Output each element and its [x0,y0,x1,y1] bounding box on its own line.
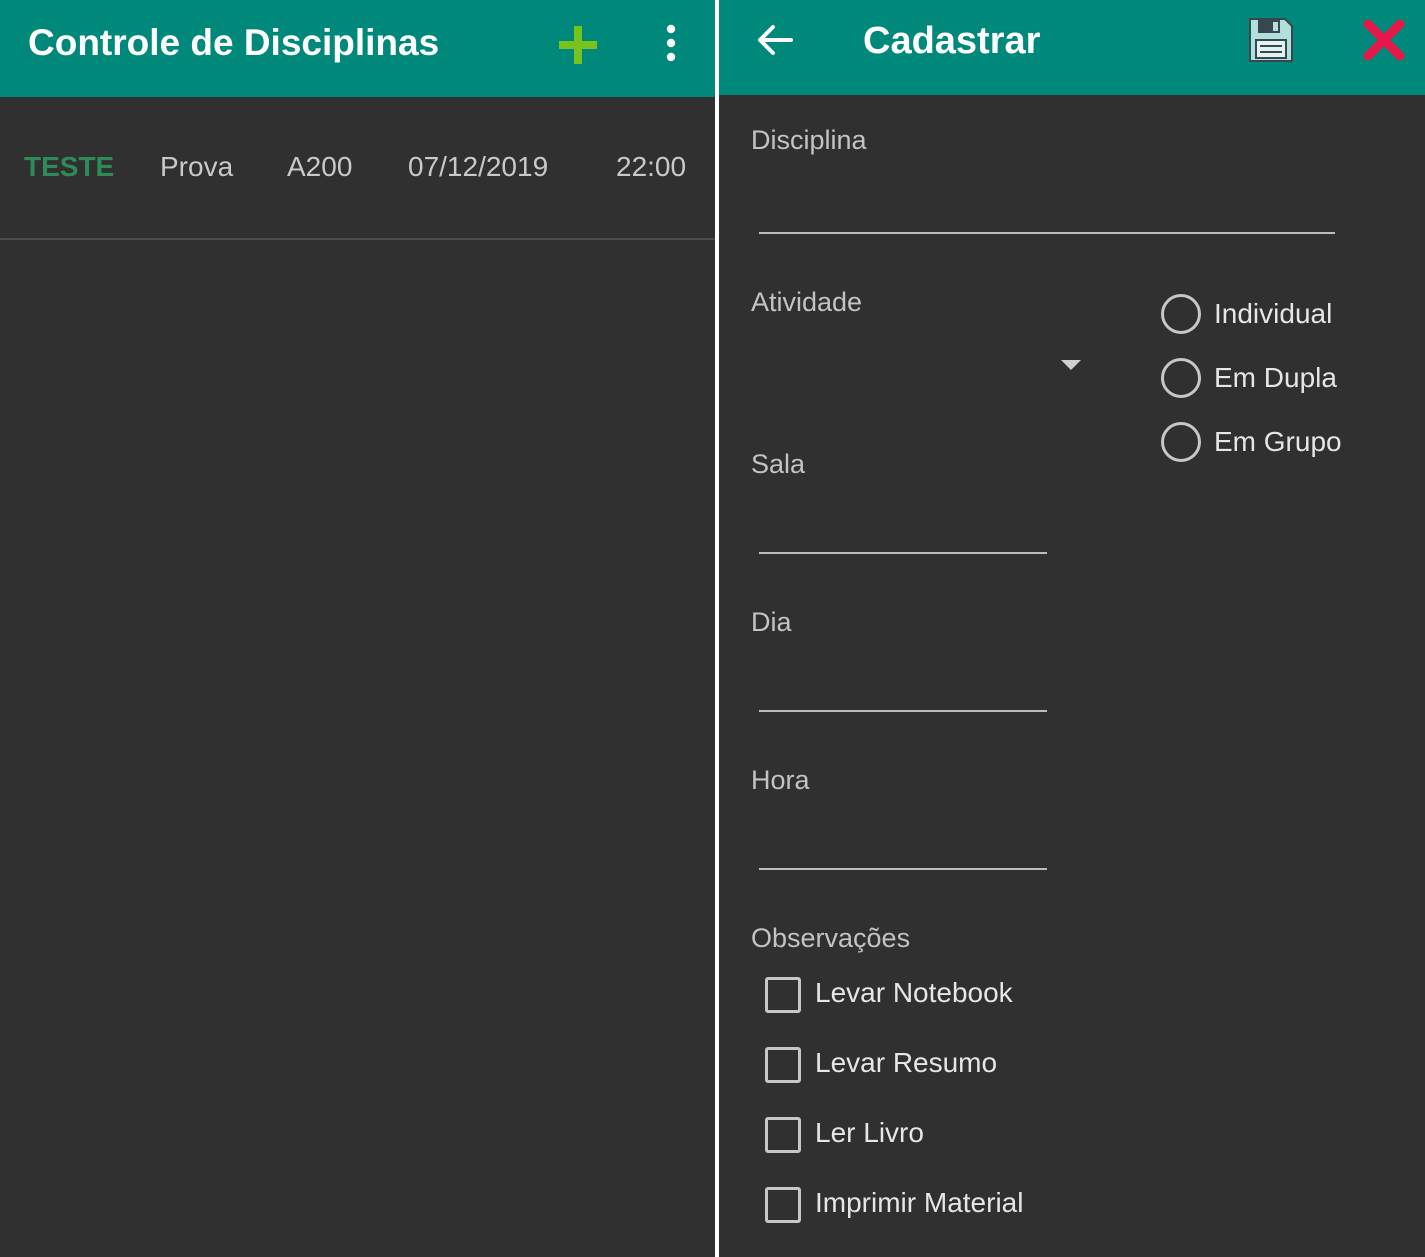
observacoes-label: Observações [751,923,911,953]
list-app-bar: Controle de Disciplinas [0,0,715,97]
radio-em-dupla-label: Em Dupla [1214,362,1337,393]
sala-input[interactable] [759,516,1047,554]
disciplina-input[interactable] [759,196,1335,234]
close-x-icon[interactable] [1362,18,1406,62]
checkbox-ler-livro-label: Ler Livro [815,1117,924,1148]
radio-circle-icon [1161,294,1201,334]
list-item[interactable]: TESTE Prova A200 07/12/2019 22:00 [0,97,715,240]
checkbox-imprimir-material-label: Imprimir Material [815,1187,1024,1218]
atividade-dropdown[interactable] [751,340,1081,390]
list-item-activity: Prova [160,151,234,182]
plus-icon[interactable] [557,24,599,66]
list-item-time: 22:00 [616,151,687,182]
dia-input[interactable] [759,674,1047,712]
dia-label: Dia [751,607,792,637]
checkbox-icon [765,1117,801,1153]
sala-label: Sala [751,449,806,479]
arrow-back-icon[interactable] [755,20,795,60]
atividade-label: Atividade [751,287,863,317]
checkbox-icon [765,977,801,1013]
hora-label: Hora [751,765,810,795]
list-screen-title: Controle de Disciplinas [28,22,440,63]
floppy-disk-icon[interactable] [1247,16,1295,64]
checkbox-icon [765,1187,801,1223]
list-item-discipline: TESTE [24,151,115,182]
disciplina-label: Disciplina [751,125,867,155]
checkbox-levar-resumo-label: Levar Resumo [815,1047,998,1078]
more-vert-icon[interactable] [658,23,684,65]
radio-em-grupo-label: Em Grupo [1214,426,1342,457]
form-screen: Cadastrar Disciplina Atividade Individua… [719,0,1425,1257]
dropdown-arrow-icon [1061,360,1081,370]
radio-individual-label: Individual [1214,298,1333,329]
form-screen-title: Cadastrar [863,20,1041,62]
list-item-date: 07/12/2019 [408,151,549,182]
checkbox-icon [765,1047,801,1083]
radio-circle-icon [1161,358,1201,398]
list-screen: Controle de Disciplinas TESTE Prova A200… [0,0,715,1257]
checkbox-levar-notebook-label: Levar Notebook [815,977,1013,1008]
list-item-room: A200 [287,151,353,182]
form-app-bar: Cadastrar [719,0,1425,95]
radio-circle-icon [1161,422,1201,462]
hora-input[interactable] [759,832,1047,870]
